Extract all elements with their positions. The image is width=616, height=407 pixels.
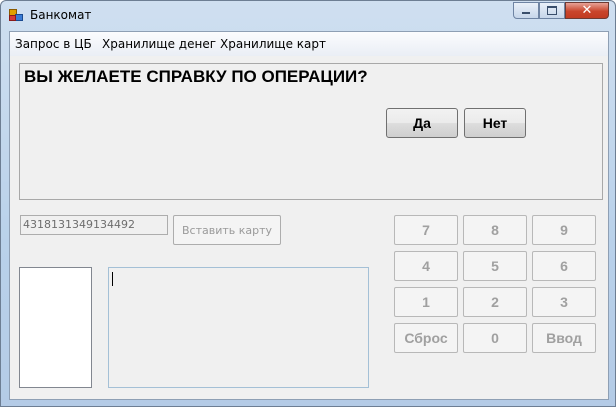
key-0[interactable]: 0 <box>463 323 527 353</box>
close-icon: ✕ <box>581 3 593 18</box>
menu-item-card-storage[interactable]: Хранилище карт <box>220 37 326 51</box>
app-icon <box>9 9 23 21</box>
key-9[interactable]: 9 <box>532 215 596 245</box>
key-1[interactable]: 1 <box>394 287 458 317</box>
key-5[interactable]: 5 <box>463 251 527 281</box>
maximize-icon <box>547 6 557 15</box>
minimize-button[interactable] <box>513 2 539 19</box>
key-2[interactable]: 2 <box>463 287 527 317</box>
insert-card-button[interactable]: Вставить карту <box>173 215 281 245</box>
key-4[interactable]: 4 <box>394 251 458 281</box>
menu-item-money-storage[interactable]: Хранилище денег <box>102 37 216 51</box>
client-area: Запрос в ЦБ Хранилище денег Хранилище ка… <box>9 31 609 400</box>
title-bar[interactable]: Банкомат ✕ <box>1 1 615 31</box>
menu-bar: Запрос в ЦБ Хранилище денег Хранилище ка… <box>10 32 608 56</box>
key-8[interactable]: 8 <box>463 215 527 245</box>
question-text: ВЫ ЖЕЛАЕТЕ СПРАВКУ ПО ОПЕРАЦИИ? <box>24 67 368 86</box>
key-7[interactable]: 7 <box>394 215 458 245</box>
question-panel: ВЫ ЖЕЛАЕТЕ СПРАВКУ ПО ОПЕРАЦИИ? Да Нет <box>19 63 603 200</box>
yes-button[interactable]: Да <box>386 108 458 138</box>
caption-buttons: ✕ <box>513 2 609 20</box>
key-3[interactable]: 3 <box>532 287 596 317</box>
enter-key[interactable]: Ввод <box>532 323 596 353</box>
output-textbox[interactable] <box>108 267 369 388</box>
window-frame: Банкомат ✕ Запрос в ЦБ Хранилище денег Х… <box>0 0 616 407</box>
close-button[interactable]: ✕ <box>565 2 609 19</box>
text-caret <box>112 272 113 286</box>
card-number-field[interactable]: 4318131349134492 <box>20 215 168 235</box>
card-slot-box <box>19 267 92 388</box>
reset-key[interactable]: Сброс <box>394 323 458 353</box>
maximize-button[interactable] <box>539 2 565 19</box>
minimize-icon <box>522 12 530 14</box>
no-button[interactable]: Нет <box>464 108 526 138</box>
menu-item-cb-request[interactable]: Запрос в ЦБ <box>15 37 92 51</box>
key-6[interactable]: 6 <box>532 251 596 281</box>
window-title: Банкомат <box>30 8 92 22</box>
